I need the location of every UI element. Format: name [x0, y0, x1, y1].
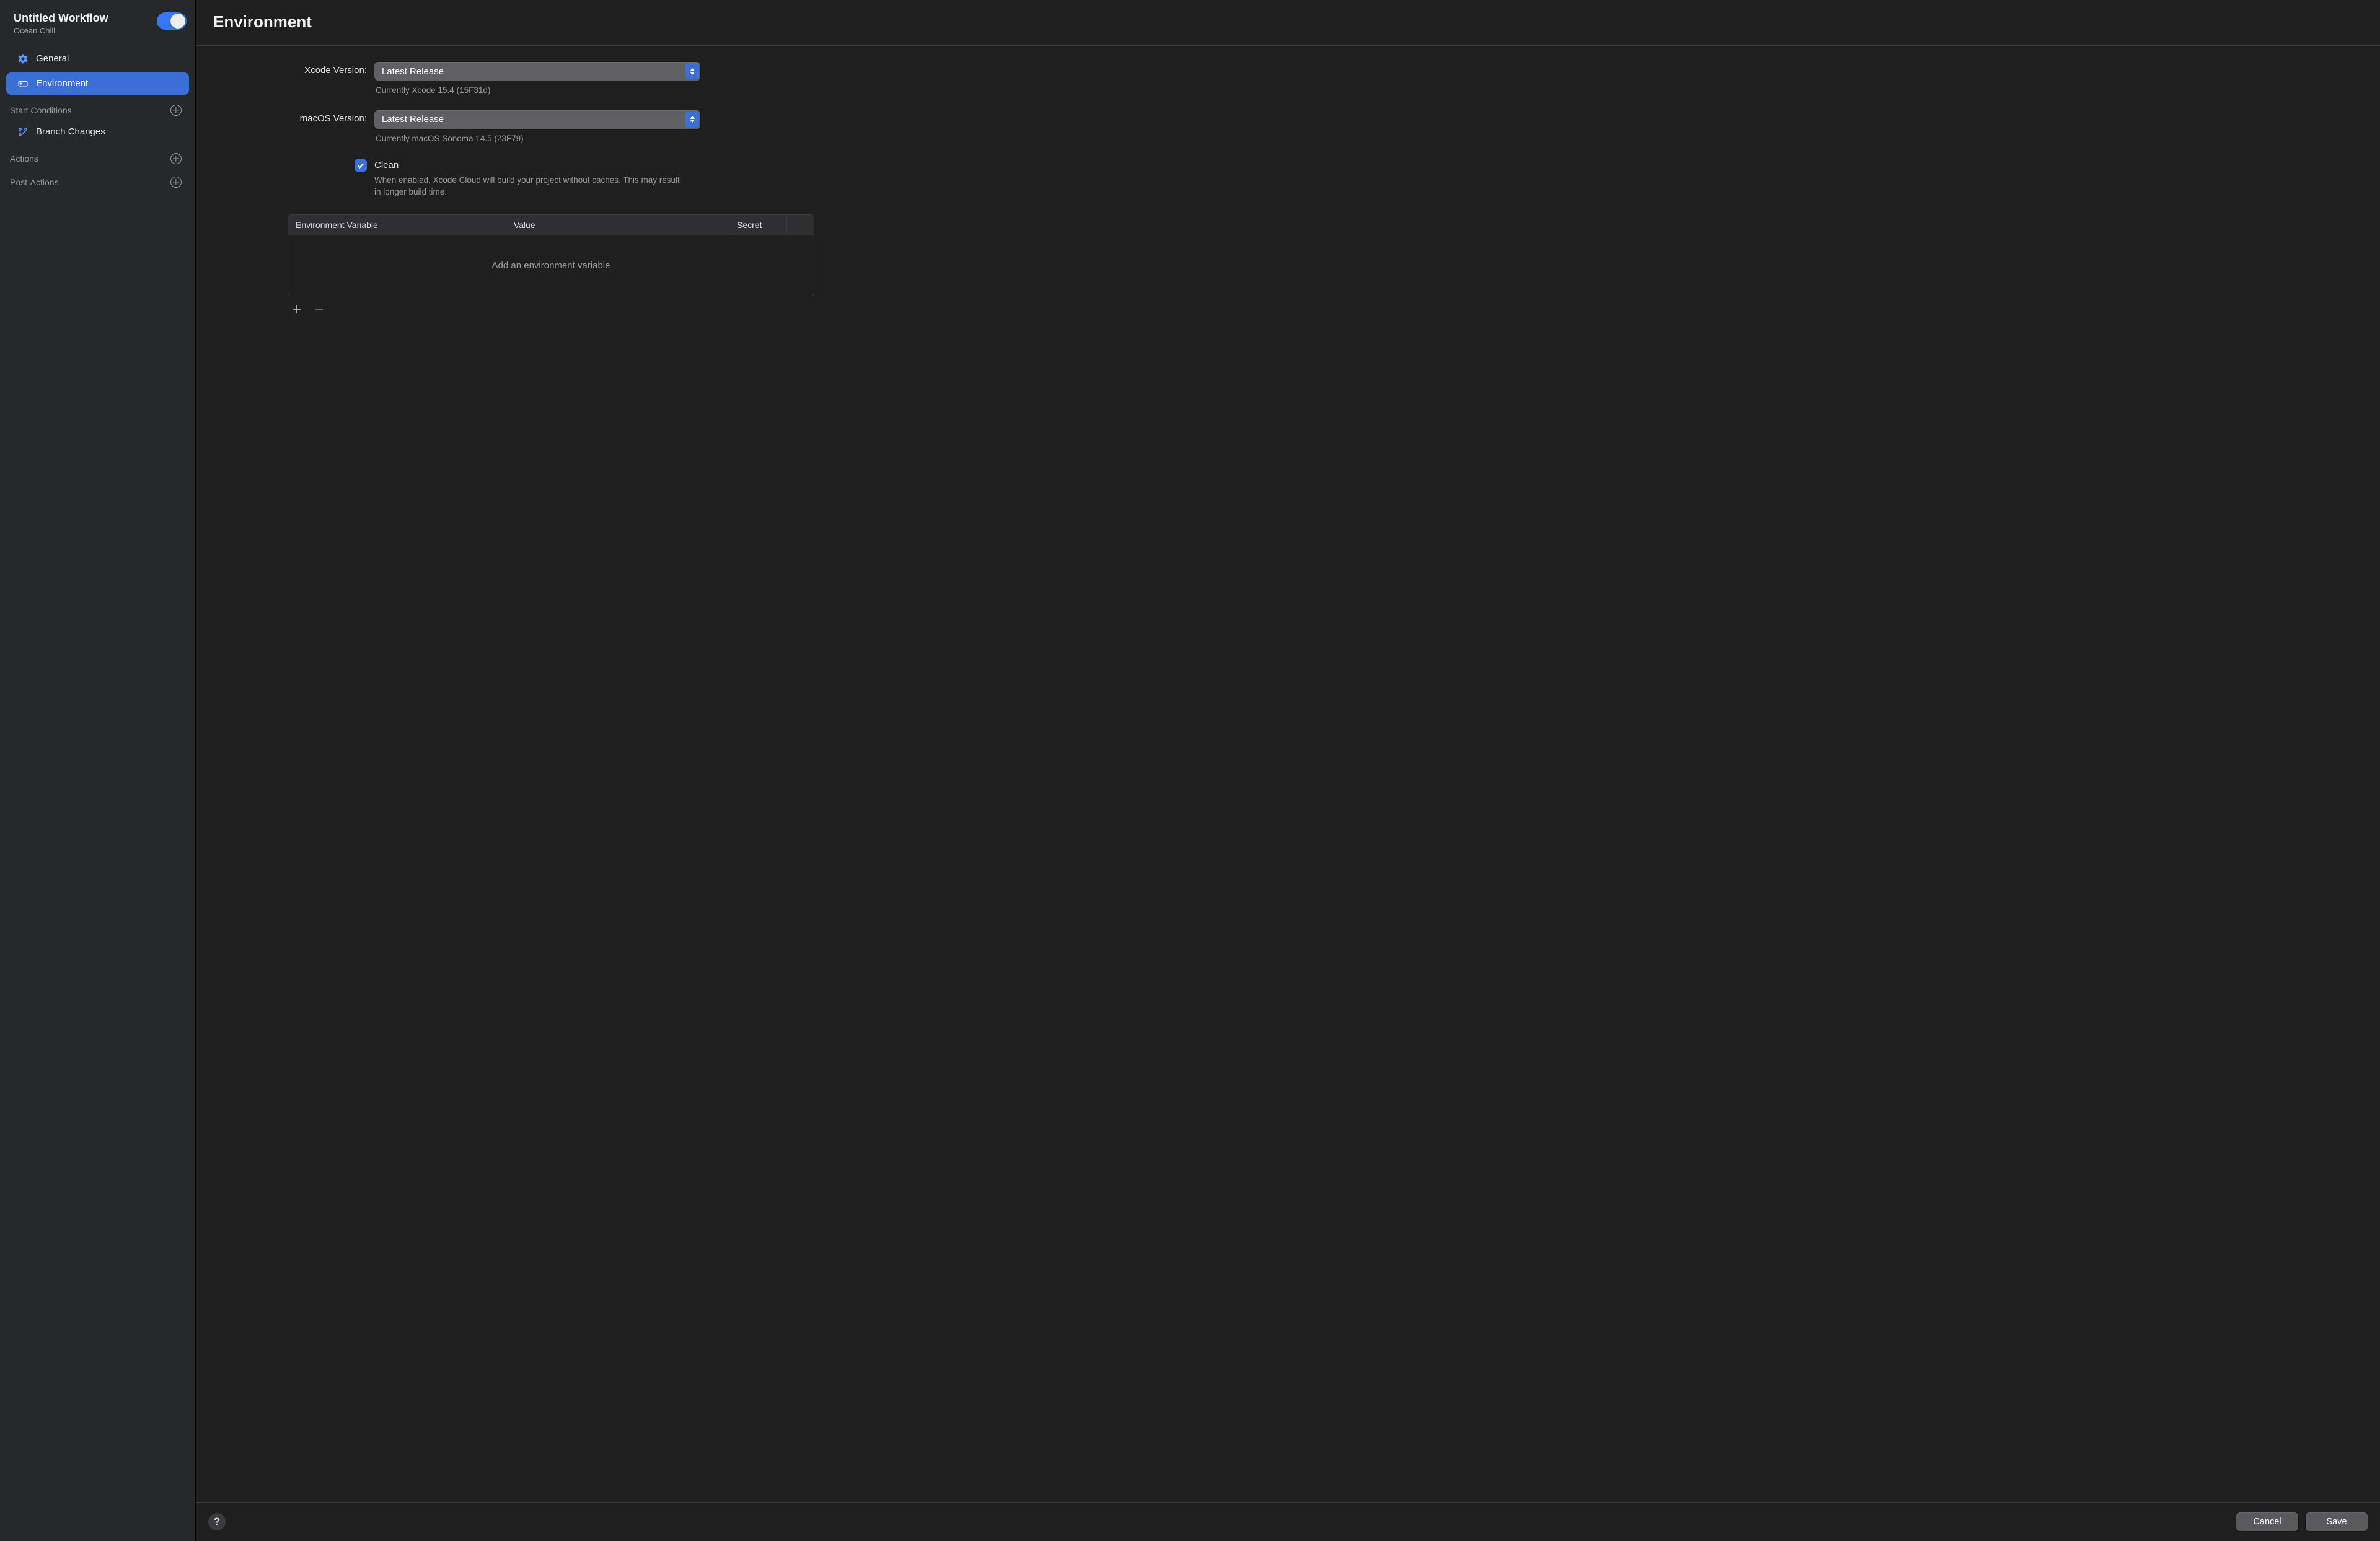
- add-env-variable-button[interactable]: [291, 304, 302, 315]
- main-header: Environment: [196, 0, 2380, 46]
- section-header-post-actions: Post-Actions: [0, 168, 195, 191]
- save-button[interactable]: Save: [2306, 1512, 2368, 1531]
- table-header-row: Environment Variable Value Secret: [288, 215, 814, 235]
- sidebar: Untitled Workflow Ocean Chill General En…: [0, 0, 196, 1541]
- clean-label: Clean: [374, 159, 721, 172]
- section-header-label: Post-Actions: [10, 177, 59, 187]
- content-area: Xcode Version: Latest Release Currently …: [196, 46, 2380, 1502]
- workflow-title: Untitled Workflow: [14, 11, 108, 25]
- drive-icon: [17, 78, 29, 89]
- section-header-start-conditions: Start Conditions: [0, 96, 195, 120]
- question-mark-icon: ?: [214, 1516, 220, 1528]
- section-header-label: Actions: [10, 154, 38, 164]
- env-variables-table: Environment Variable Value Secret Add an…: [288, 214, 814, 296]
- updown-caret-icon: [685, 112, 699, 128]
- env-table-empty-text[interactable]: Add an environment variable: [288, 235, 814, 296]
- footer: ? Cancel Save: [196, 1502, 2380, 1541]
- macos-version-note: Currently macOS Sonoma 14.5 (23F79): [374, 129, 700, 156]
- section-header-label: Start Conditions: [10, 105, 72, 115]
- xcode-version-select[interactable]: Latest Release: [374, 62, 700, 81]
- select-value: Latest Release: [382, 114, 444, 125]
- main-panel: Environment Xcode Version: Latest Releas…: [196, 0, 2380, 1541]
- xcode-version-label: Xcode Version:: [221, 62, 374, 76]
- clean-checkbox[interactable]: [355, 159, 367, 172]
- column-header-spacer: [787, 215, 814, 235]
- updown-caret-icon: [685, 63, 699, 79]
- remove-env-variable-button[interactable]: [314, 304, 325, 315]
- add-start-condition-button[interactable]: [170, 105, 182, 116]
- cancel-button[interactable]: Cancel: [2236, 1512, 2298, 1531]
- gear-icon: [17, 53, 29, 64]
- column-header-env-variable[interactable]: Environment Variable: [288, 215, 506, 235]
- column-header-value[interactable]: Value: [506, 215, 729, 235]
- workflow-subtitle: Ocean Chill: [14, 26, 108, 35]
- sidebar-item-environment[interactable]: Environment: [6, 72, 189, 95]
- add-post-action-button[interactable]: [170, 177, 182, 188]
- sidebar-item-general[interactable]: General: [6, 48, 189, 70]
- sidebar-item-label: Environment: [36, 78, 88, 89]
- xcode-version-note: Currently Xcode 15.4 (15F31d): [374, 81, 700, 108]
- column-header-secret[interactable]: Secret: [729, 215, 787, 235]
- branch-icon: [17, 126, 29, 138]
- add-action-button[interactable]: [170, 153, 182, 164]
- select-value: Latest Release: [382, 66, 444, 77]
- sidebar-header: Untitled Workflow Ocean Chill: [0, 6, 195, 46]
- workflow-enabled-toggle[interactable]: [157, 12, 187, 30]
- help-button[interactable]: ?: [208, 1513, 226, 1530]
- macos-version-label: macOS Version:: [221, 110, 374, 124]
- sidebar-item-label: Branch Changes: [36, 126, 105, 137]
- page-title: Environment: [213, 12, 2363, 32]
- sidebar-item-branch-changes[interactable]: Branch Changes: [6, 121, 189, 143]
- macos-version-select[interactable]: Latest Release: [374, 110, 700, 129]
- section-header-actions: Actions: [0, 144, 195, 168]
- clean-description: When enabled, Xcode Cloud will build you…: [374, 174, 684, 198]
- sidebar-item-label: General: [36, 53, 69, 64]
